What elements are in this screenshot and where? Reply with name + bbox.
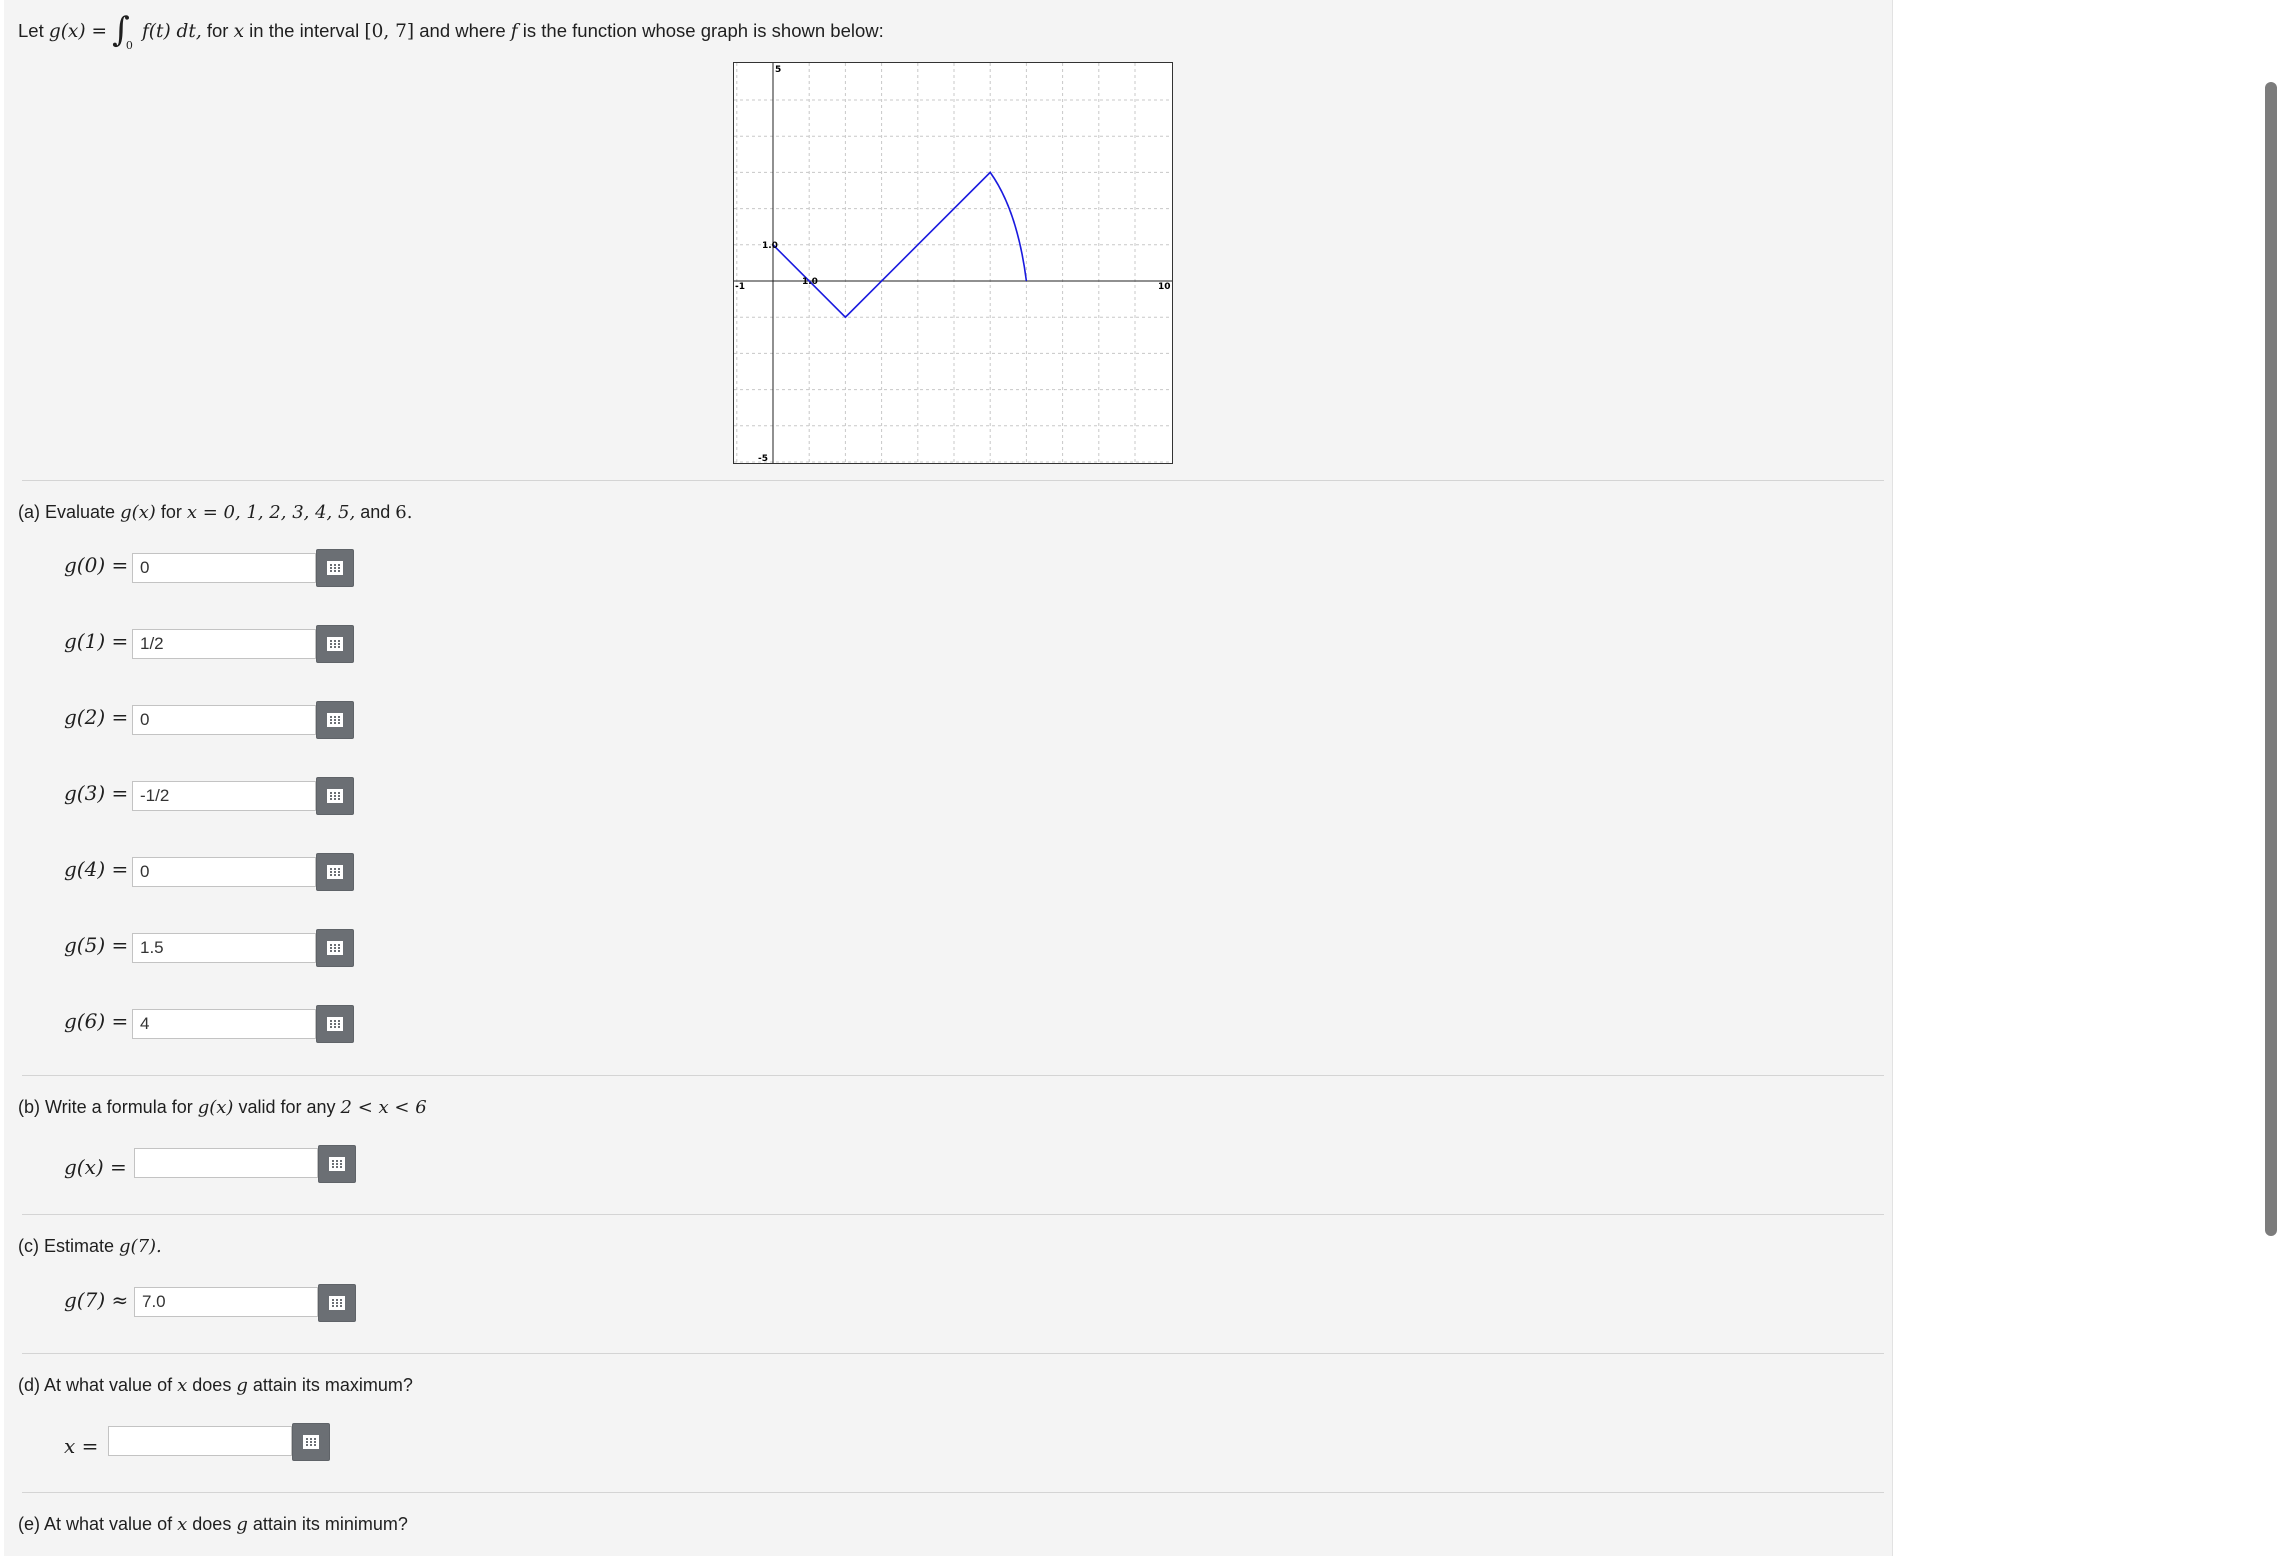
part-c-prefix: (c) Estimate bbox=[18, 1236, 115, 1256]
part-b-suffix: valid for any bbox=[238, 1097, 336, 1117]
part-a-and: and bbox=[360, 502, 391, 522]
part-c-g7: g(7). bbox=[119, 1236, 162, 1257]
answer-label-g7: g(7) ≈ bbox=[64, 1288, 129, 1312]
tick-label-y-top: 5 bbox=[775, 65, 781, 75]
scrollbar-thumb[interactable] bbox=[2265, 82, 2277, 1236]
tick-label-x-left: -1 bbox=[735, 282, 745, 292]
part-a-for: for bbox=[160, 502, 182, 522]
divider bbox=[22, 1353, 1884, 1354]
equation-editor-button-g1[interactable] bbox=[316, 625, 354, 663]
part-b-gx: g(x) bbox=[197, 1097, 234, 1118]
equation-editor-button-g6[interactable] bbox=[316, 1005, 354, 1043]
equation-editor-button-x-max[interactable] bbox=[292, 1423, 330, 1461]
equation-editor-button-gx[interactable] bbox=[318, 1145, 356, 1183]
part-d-middle: does bbox=[192, 1375, 232, 1395]
answer-label-gx: g(x) = bbox=[64, 1155, 127, 1179]
part-e-g: g bbox=[236, 1514, 248, 1535]
part-c-question: (c) Estimate g(7). bbox=[18, 1236, 162, 1257]
integral-lower-limit: 0 bbox=[125, 39, 133, 52]
answer-input-gx[interactable] bbox=[134, 1148, 318, 1178]
equation-editor-button-g0[interactable] bbox=[316, 549, 354, 587]
for-text: for bbox=[206, 20, 229, 41]
tick-label-one-y: 1.0 bbox=[762, 241, 778, 251]
equation-editor-button-g7[interactable] bbox=[318, 1284, 356, 1322]
grid bbox=[734, 63, 1172, 463]
part-d-x: x bbox=[177, 1375, 188, 1396]
g-definition: g(x) = bbox=[48, 21, 107, 42]
part-d-g: g bbox=[236, 1375, 248, 1396]
grid-icon bbox=[329, 1296, 345, 1310]
equation-editor-button-g3[interactable] bbox=[316, 777, 354, 815]
problem-panel: Let g(x) = ∫0 f(t) dt, for x in the inte… bbox=[4, 0, 1893, 1556]
grid-icon bbox=[327, 637, 343, 651]
part-d-question: (d) At what value of x does g attain its… bbox=[18, 1375, 413, 1396]
part-b-range: 2 < x < 6 bbox=[340, 1097, 427, 1118]
f-variable: f bbox=[510, 21, 518, 42]
answer-label-g3: g(3) = bbox=[64, 781, 129, 805]
part-b-question: (b) Write a formula for g(x) valid for a… bbox=[18, 1097, 427, 1118]
tick-label-one-x: 1.0 bbox=[802, 277, 818, 287]
answer-label-x-max: x = bbox=[64, 1434, 99, 1458]
and-where-text: and where bbox=[419, 20, 506, 41]
part-e-x: x bbox=[177, 1514, 188, 1535]
divider bbox=[22, 1492, 1884, 1493]
part-a-gx: g(x) bbox=[120, 502, 156, 523]
grid-icon bbox=[327, 789, 343, 803]
part-d-suffix: attain its maximum? bbox=[252, 1375, 413, 1395]
grid-icon bbox=[327, 561, 343, 575]
part-e-suffix: attain its minimum? bbox=[252, 1514, 408, 1534]
grid-icon bbox=[327, 941, 343, 955]
answer-input-g1[interactable] bbox=[132, 629, 316, 659]
problem-statement: Let g(x) = ∫0 f(t) dt, for x in the inte… bbox=[18, 6, 884, 52]
equation-editor-button-g4[interactable] bbox=[316, 853, 354, 891]
part-b-prefix: (b) Write a formula for bbox=[18, 1097, 193, 1117]
interval: [0, 7] bbox=[364, 21, 415, 42]
answer-label-g5: g(5) = bbox=[64, 933, 129, 957]
equation-editor-button-g2[interactable] bbox=[316, 701, 354, 739]
answer-label-g4: g(4) = bbox=[64, 857, 129, 881]
part-e-prefix: (e) At what value of bbox=[18, 1514, 173, 1534]
part-a-values: x = 0, 1, 2, 3, 4, 5, bbox=[186, 502, 356, 523]
divider bbox=[22, 1075, 1884, 1076]
grid-icon bbox=[327, 865, 343, 879]
answer-input-g5[interactable] bbox=[132, 933, 316, 963]
in-interval-text: in the interval bbox=[249, 20, 360, 41]
part-e-question: (e) At what value of x does g attain its… bbox=[18, 1514, 408, 1535]
divider bbox=[22, 1214, 1884, 1215]
answer-label-g2: g(2) = bbox=[64, 705, 129, 729]
grid-icon bbox=[327, 713, 343, 727]
answer-label-g1: g(1) = bbox=[64, 629, 129, 653]
part-a-question: (a) Evaluate g(x) for x = 0, 1, 2, 3, 4,… bbox=[18, 502, 412, 523]
part-a-six: 6. bbox=[395, 502, 413, 523]
integrand: f(t) dt, bbox=[141, 21, 202, 42]
x-variable: x bbox=[233, 21, 245, 42]
answer-label-g6: g(6) = bbox=[64, 1009, 129, 1033]
tick-label-y-bottom: -5 bbox=[758, 454, 768, 463]
let-text: Let bbox=[18, 20, 44, 41]
answer-input-g0[interactable] bbox=[132, 553, 316, 583]
function-graph: 5 -5 -1 10 1.0 1.0 bbox=[733, 62, 1173, 464]
divider bbox=[22, 480, 1884, 481]
tick-label-x-right: 10 bbox=[1158, 282, 1171, 292]
graph-svg: 5 -5 -1 10 1.0 1.0 bbox=[734, 63, 1172, 464]
graph-caption: is the function whose graph is shown bel… bbox=[522, 20, 884, 41]
part-e-middle: does bbox=[192, 1514, 232, 1534]
grid-icon bbox=[327, 1017, 343, 1031]
answer-label-g0: g(0) = bbox=[64, 553, 129, 577]
grid-icon bbox=[303, 1435, 319, 1449]
answer-input-g4[interactable] bbox=[132, 857, 316, 887]
answer-input-g2[interactable] bbox=[132, 705, 316, 735]
answer-input-x-max[interactable] bbox=[108, 1426, 292, 1456]
answer-input-g7[interactable] bbox=[134, 1287, 318, 1317]
grid-icon bbox=[329, 1157, 345, 1171]
answer-input-g6[interactable] bbox=[132, 1009, 316, 1039]
answer-input-g3[interactable] bbox=[132, 781, 316, 811]
equation-editor-button-g5[interactable] bbox=[316, 929, 354, 967]
part-a-prefix: (a) Evaluate bbox=[18, 502, 116, 522]
part-d-prefix: (d) At what value of bbox=[18, 1375, 173, 1395]
